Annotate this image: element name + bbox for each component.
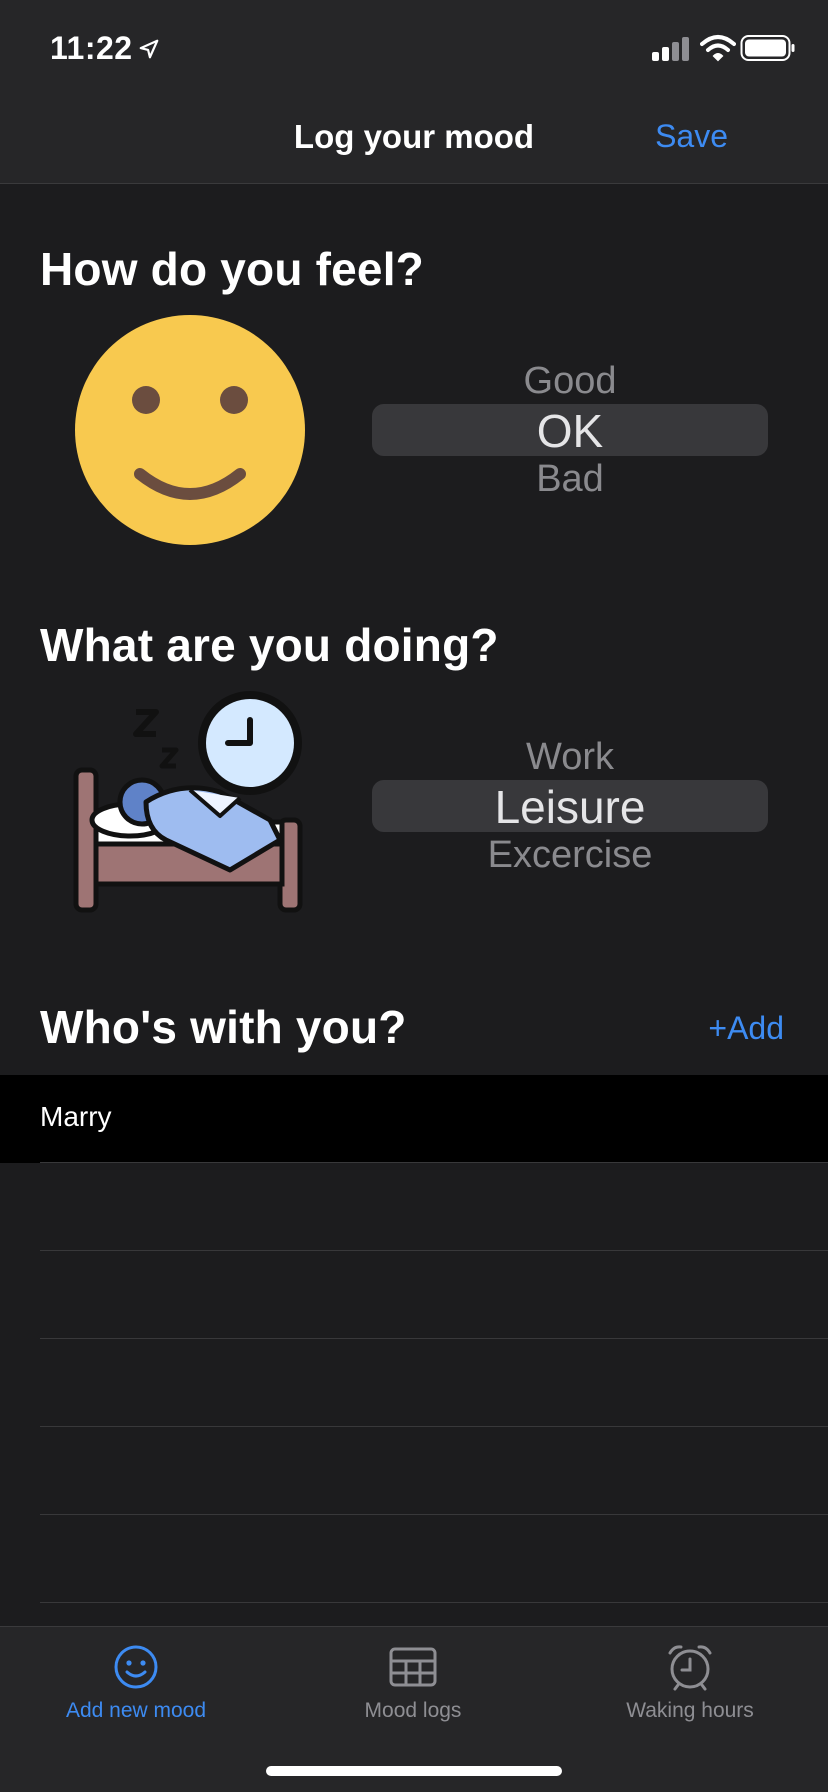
alarm-clock-icon (668, 1645, 712, 1691)
who-section-title: Who's with you? (40, 1001, 407, 1053)
smiley-icon (114, 1645, 158, 1689)
empty-list-row (0, 1251, 828, 1339)
picker-option-selected[interactable]: Leisure (372, 780, 768, 834)
location-arrow-icon (139, 39, 159, 59)
tab-label: Add new mood (65, 1699, 207, 1722)
home-indicator[interactable] (266, 1766, 562, 1776)
cellular-signal-icon (652, 37, 689, 61)
people-list: Marry (0, 1075, 828, 1603)
person-name: Marry (40, 1101, 112, 1132)
picker-option-selected[interactable]: OK (372, 404, 768, 458)
feel-section-title: How do you feel? (40, 243, 424, 295)
picker-option[interactable]: Bad (372, 458, 768, 501)
tab-add-new-mood[interactable]: Add new mood (26, 1643, 246, 1723)
status-bar: 11:22 (0, 0, 828, 94)
add-person-button[interactable]: +Add (708, 1010, 784, 1047)
feel-picker[interactable]: Good OK Bad (372, 360, 768, 500)
tab-label: Waking hours (626, 1699, 754, 1722)
table-icon (389, 1647, 437, 1687)
picker-option[interactable]: Excercise (372, 834, 768, 877)
battery-icon (740, 35, 795, 61)
empty-list-row (0, 1427, 828, 1515)
empty-list-row (0, 1339, 828, 1427)
save-button[interactable]: Save (655, 118, 728, 155)
smiley-face-icon (75, 315, 305, 545)
row-divider (40, 1602, 828, 1603)
list-item[interactable]: Marry (0, 1075, 828, 1163)
tab-waking-hours[interactable]: Waking hours (580, 1643, 800, 1723)
navigation-bar: Log your mood Save (0, 94, 828, 184)
status-time: 11:22 (50, 30, 133, 66)
activity-picker[interactable]: Work Leisure Excercise (372, 736, 768, 876)
empty-list-row (0, 1515, 828, 1603)
picker-option[interactable]: Work (372, 736, 768, 779)
wifi-icon (700, 35, 736, 62)
empty-list-row (0, 1163, 828, 1251)
tab-mood-logs[interactable]: Mood logs (303, 1643, 523, 1723)
picker-option[interactable]: Good (372, 360, 768, 403)
tab-label: Mood logs (364, 1699, 462, 1722)
sleeping-in-bed-icon (73, 691, 303, 913)
doing-section-title: What are you doing? (40, 619, 499, 671)
